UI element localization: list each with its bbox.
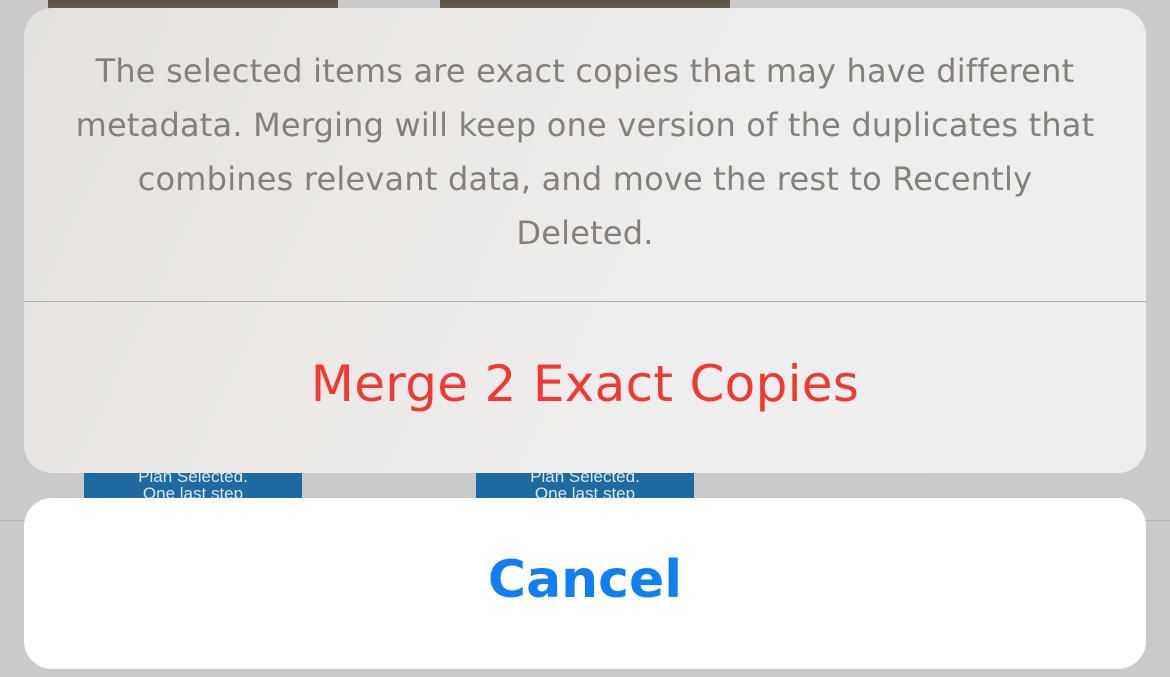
cancel-button[interactable]: Cancel xyxy=(24,498,1146,669)
action-sheet-message: The selected items are exact copies that… xyxy=(24,8,1146,301)
merge-copies-label: Merge 2 Exact Copies xyxy=(310,354,860,413)
message-text: The selected items are exact copies that… xyxy=(75,51,1095,252)
merge-copies-button[interactable]: Merge 2 Exact Copies xyxy=(24,302,1146,473)
cancel-label: Cancel xyxy=(487,549,683,610)
photo-thumbnail: Plan Selected. One last step xyxy=(84,470,302,500)
photo-thumbnail: Plan Selected. One last step xyxy=(476,470,694,500)
action-sheet: The selected items are exact copies that… xyxy=(24,8,1146,473)
